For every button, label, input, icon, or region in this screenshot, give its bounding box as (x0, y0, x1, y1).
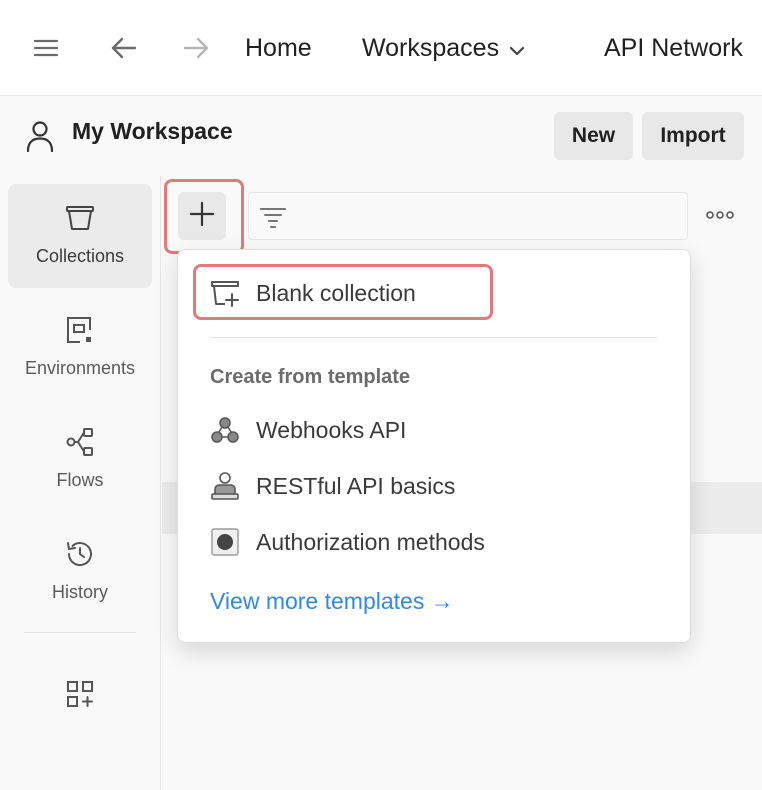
filter-icon (259, 203, 287, 236)
menu-item-label: RESTful API basics (256, 472, 456, 499)
history-icon (64, 538, 96, 570)
menu-item-authorization-methods[interactable]: Authorization methods (208, 522, 485, 562)
environment-icon (64, 314, 96, 346)
new-button[interactable]: New (554, 112, 633, 160)
top-navigation-bar: Home Workspaces API Network (0, 0, 762, 96)
restful-icon (208, 469, 242, 503)
sidebar-item-environments[interactable]: Environments (8, 296, 152, 400)
sidebar: Collections Environments Flows History (0, 176, 161, 790)
add-widget-icon[interactable] (64, 678, 96, 710)
sidebar-divider (24, 632, 136, 633)
sidebar-item-label: Collections (35, 246, 125, 266)
arrow-right-icon[interactable] (178, 30, 214, 66)
sidebar-item-label: History (51, 582, 108, 602)
new-collection-dropdown: Blank collection Create from template We… (177, 249, 691, 643)
sidebar-item-label: Flows (56, 470, 104, 490)
more-horizontal-icon (705, 207, 735, 225)
template-section-heading: Create from template (210, 366, 411, 388)
menu-item-restful-api-basics[interactable]: RESTful API basics (208, 466, 455, 506)
sidebar-item-flows[interactable]: Flows (8, 408, 152, 512)
menu-item-label: Authorization methods (256, 528, 485, 555)
chevron-down-icon (509, 31, 525, 67)
flows-icon (64, 426, 96, 458)
menu-item-blank-collection[interactable]: Blank collection (208, 273, 416, 313)
search-input[interactable] (248, 192, 688, 240)
webhooks-icon (208, 413, 242, 447)
sidebar-item-label: Environments (24, 358, 136, 378)
more-options-button[interactable] (698, 200, 742, 232)
new-collection-icon (208, 276, 242, 310)
workspace-header: My Workspace New Import (0, 96, 762, 176)
sidebar-item-collections[interactable]: Collections (8, 184, 152, 288)
arrow-left-icon[interactable] (106, 30, 142, 66)
menu-item-label: Webhooks API (256, 416, 407, 443)
user-icon (22, 118, 58, 154)
nav-workspaces[interactable]: Workspaces (362, 30, 525, 66)
nav-api-network[interactable]: API Network (604, 30, 743, 66)
menu-item-label: Blank collection (256, 279, 416, 306)
authorization-icon (208, 525, 242, 559)
nav-home[interactable]: Home (245, 30, 312, 66)
view-more-templates-link[interactable]: View more templates → (210, 588, 454, 615)
workspace-name[interactable]: My Workspace (72, 118, 233, 145)
import-button[interactable]: Import (642, 112, 744, 160)
menu-item-webhooks-api[interactable]: Webhooks API (208, 410, 406, 450)
nav-workspaces-label: Workspaces (362, 34, 500, 62)
hamburger-icon[interactable] (28, 30, 64, 66)
sidebar-item-history[interactable]: History (8, 520, 152, 624)
add-button-highlight (164, 179, 244, 254)
collection-icon (64, 202, 96, 234)
menu-divider (210, 337, 658, 338)
